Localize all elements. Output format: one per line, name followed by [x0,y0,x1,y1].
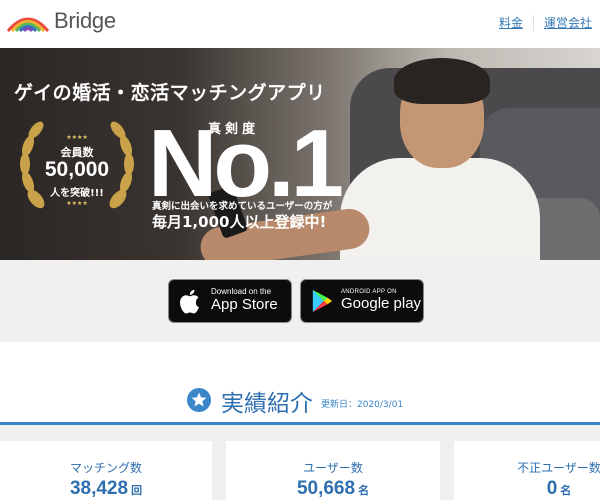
nav-link-pricing[interactable]: 料金 [499,14,523,31]
stat-label: マッチング数 [69,461,142,475]
hero-photo-person-hair [394,58,490,104]
badge-stars-bottom: ★★★★ [66,200,88,207]
brand-logo[interactable]: Bridge [6,8,116,34]
header-nav: 料金 運営会社 [499,14,592,31]
app-download-bar: Download on the App Store ANDROID APP ON… [0,260,600,342]
apple-icon [180,289,199,314]
rainbow-logo-icon [6,17,50,33]
stat-unit: 名 [358,485,370,497]
stat-unit: 名 [560,485,572,497]
stat-value: 38,428 [69,478,129,499]
google-play-big-text: Google play [341,295,422,313]
stat-value-row: 38,428 回 [0,478,212,500]
rank-label: 真剣度 [208,122,260,137]
app-store-button[interactable]: Download on the App Store [168,279,292,323]
stat-value: 0 [546,478,558,499]
hero-title: ゲイの婚活・恋活マッチングアプリ [14,82,326,104]
results-title: 実績紹介 [221,391,313,417]
stat-label: ユーザー数 [303,461,363,475]
app-store-big-text: App Store [211,296,278,314]
hero-photo-person-body [340,158,540,260]
stat-card-matches: マッチング数 38,428 回 [0,441,212,500]
stat-value: 50,668 [296,478,356,499]
google-play-button[interactable]: ANDROID APP ON Google play [300,279,424,323]
nav-divider [532,14,534,31]
stat-unit: 回 [131,485,143,497]
stat-card-users: ユーザー数 50,668 名 [226,441,440,500]
badge-line-exceeded: 人を突破!!! [50,188,104,199]
badge-stars-top: ★★★★ [66,134,88,141]
google-play-icon [312,290,333,312]
brand-name: Bridge [54,8,116,33]
results-updated-date: 更新日：2020/3/01 [321,400,404,410]
badge-member-count: 50,000 [44,158,110,181]
site-header: Bridge 料金 運営会社 [0,0,600,48]
stats-area: マッチング数 38,428 回 ユーザー数 50,668 名 不正ユーザー数 0名 [0,425,600,500]
hero-banner: ゲイの婚活・恋活マッチングアプリ ★★★★ 会員数 50,000 人を突破!!!… [0,48,600,260]
stat-label: 不正ユーザー数 [517,461,600,475]
stat-value-row: 50,668 名 [226,478,440,500]
stat-value-row: 0名 [474,478,600,500]
hero-registration-text: 毎月1,000人以上登録中! [152,213,327,231]
nav-link-company[interactable]: 運営会社 [544,14,592,31]
stat-card-fraud-users: 不正ユーザー数 0名 [454,441,600,500]
member-count-badge: ★★★★ 会員数 50,000 人を突破!!! ★★★★ [16,114,138,224]
hero-subtext: 真剣に出会いを求めているユーザーの方が [152,201,333,212]
results-section-header: 実績紹介 更新日：2020/3/01 [0,380,600,420]
star-icon [187,388,211,412]
